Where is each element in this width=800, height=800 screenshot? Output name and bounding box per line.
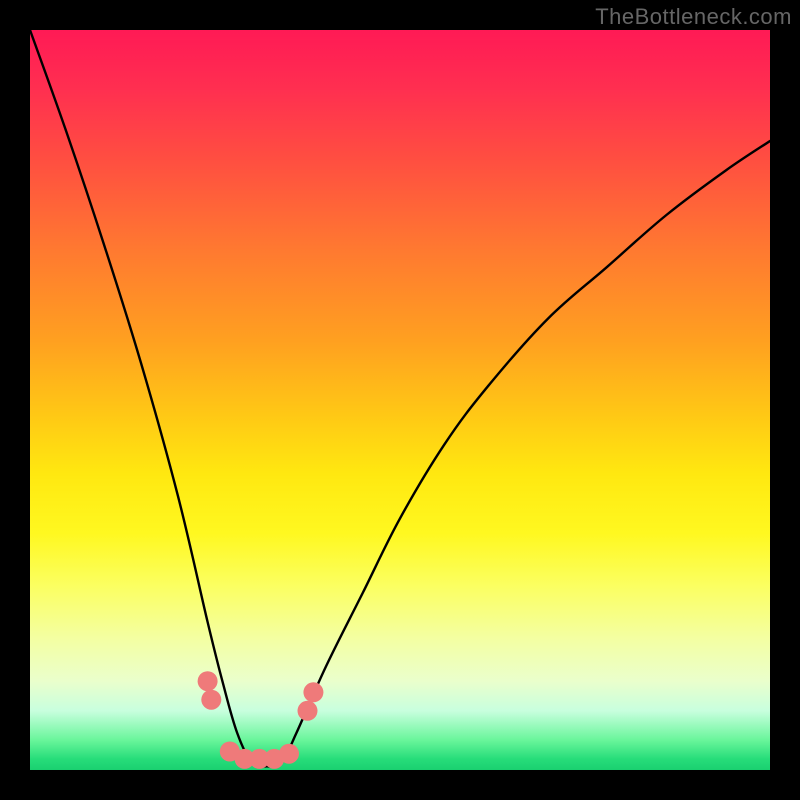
marker-dot <box>298 701 318 721</box>
plot-area <box>30 30 770 770</box>
curve-layer <box>30 30 770 770</box>
marker-dot <box>201 690 221 710</box>
marker-dot <box>279 744 299 764</box>
watermark-text: TheBottleneck.com <box>595 4 792 30</box>
marker-dot <box>303 682 323 702</box>
marker-dot <box>198 671 218 691</box>
bottleneck-curve <box>30 30 770 767</box>
chart-frame: TheBottleneck.com <box>0 0 800 800</box>
curve-markers <box>198 671 324 769</box>
